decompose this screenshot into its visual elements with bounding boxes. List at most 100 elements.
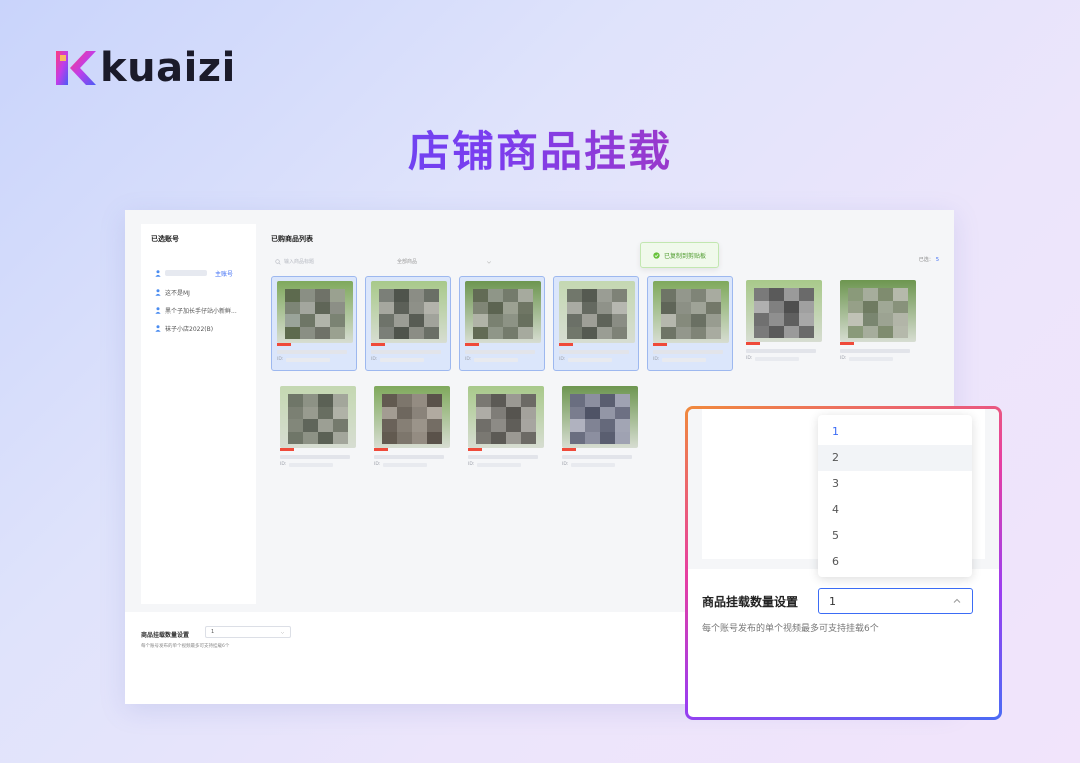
account-item[interactable]: 这不是MJ <box>155 287 190 297</box>
product-id-label: ID: <box>840 356 846 361</box>
product-id-blurred <box>383 463 427 467</box>
product-id-label: ID: <box>277 357 283 362</box>
product-thumbnail-mosaic <box>848 288 908 338</box>
product-list-title: 已购商品列表 <box>271 234 313 244</box>
quantity-option[interactable]: 6 <box>818 549 972 575</box>
price-tag <box>559 343 573 346</box>
product-thumbnail-mosaic <box>754 288 814 338</box>
quantity-dropdown-menu: 123456 <box>818 415 972 577</box>
product-thumbnail <box>465 281 541 343</box>
product-thumbnail-mosaic <box>288 394 348 444</box>
product-title-blurred <box>840 349 910 353</box>
user-icon <box>155 325 161 332</box>
product-filter-select[interactable]: 全部商品 <box>397 256 492 267</box>
product-id-label: ID: <box>559 357 565 362</box>
account-name: 黑个子加长手仔站小新鲜... <box>165 306 237 315</box>
product-id-label: ID: <box>371 357 377 362</box>
user-icon <box>155 289 161 296</box>
quantity-option[interactable]: 4 <box>818 497 972 523</box>
product-card[interactable]: ID: <box>553 276 639 371</box>
zoom-mount-quantity-select[interactable]: 1 <box>818 588 973 614</box>
account-sidebar: 已选账号 主账号这不是MJ黑个子加长手仔站小新鲜...袜子小店2022(B) <box>141 224 256 604</box>
product-title-blurred <box>374 455 444 459</box>
product-id-blurred <box>380 358 424 362</box>
price-bar <box>562 448 638 451</box>
product-thumbnail <box>371 281 447 343</box>
product-title-blurred <box>746 349 816 353</box>
product-search-input[interactable]: 输入商品标题 <box>275 256 385 267</box>
account-tag: 主账号 <box>215 269 233 278</box>
price-tag <box>840 342 854 345</box>
filter-label: 全部商品 <box>397 258 417 265</box>
user-icon-wrap <box>155 307 161 314</box>
mount-quantity-value: 1 <box>211 629 214 635</box>
price-bar <box>746 342 822 345</box>
product-card[interactable]: ID: <box>557 382 643 477</box>
product-thumbnail-mosaic <box>661 289 721 339</box>
product-title-blurred <box>559 350 629 354</box>
product-title-blurred <box>371 350 441 354</box>
product-card[interactable]: ID: <box>459 276 545 371</box>
account-name-blurred <box>165 270 207 276</box>
product-title-blurred <box>465 350 535 354</box>
product-id-blurred <box>568 358 612 362</box>
product-card[interactable]: ID: <box>275 382 361 477</box>
product-id-blurred <box>474 358 518 362</box>
price-tag <box>468 448 482 451</box>
product-id-blurred <box>289 463 333 467</box>
zoom-mount-quantity-hint: 每个账号发布的单个视频最多可支持挂载6个 <box>702 621 879 634</box>
chevron-up-icon <box>952 596 962 606</box>
quantity-option[interactable]: 1 <box>818 419 972 445</box>
kuaizi-logo: kuaizi <box>54 46 236 90</box>
mount-quantity-select[interactable]: 1 <box>205 626 291 638</box>
product-thumbnail <box>468 386 544 448</box>
selected-count-value: 5 <box>936 257 939 263</box>
selected-count: 已选：5 <box>919 256 939 263</box>
product-card[interactable]: ID: <box>369 382 455 477</box>
selected-count-label: 已选： <box>919 257 934 263</box>
price-tag <box>653 343 667 346</box>
product-card[interactable]: ID: <box>647 276 733 371</box>
product-thumbnail-mosaic <box>382 394 442 444</box>
check-circle-icon <box>653 252 660 259</box>
product-id-label: ID: <box>374 462 380 467</box>
product-thumbnail <box>653 281 729 343</box>
quantity-option[interactable]: 3 <box>818 471 972 497</box>
product-id-blurred <box>571 463 615 467</box>
product-card[interactable]: ID: <box>365 276 451 371</box>
price-bar <box>277 343 353 346</box>
product-card[interactable]: ID: <box>835 276 921 371</box>
product-title-blurred <box>277 350 347 354</box>
product-id-label: ID: <box>562 462 568 467</box>
product-title-blurred <box>468 455 538 459</box>
price-tag <box>280 448 294 451</box>
product-title-blurred <box>653 350 723 354</box>
product-thumbnail <box>746 280 822 342</box>
mount-quantity-hint: 每个账号发布的单个视频最多可支持挂载6个 <box>141 643 229 649</box>
product-thumbnail <box>559 281 635 343</box>
account-item[interactable]: 黑个子加长手仔站小新鲜... <box>155 305 237 315</box>
user-icon-wrap <box>155 270 161 277</box>
price-tag <box>374 448 388 451</box>
account-item[interactable]: 主账号 <box>155 268 233 278</box>
product-id-label: ID: <box>280 462 286 467</box>
quantity-option[interactable]: 5 <box>818 523 972 549</box>
product-card[interactable]: ID: <box>271 276 357 371</box>
product-id-blurred <box>755 357 799 361</box>
copy-success-toast: 已复制到剪贴板 <box>640 242 719 268</box>
page-headline: 店铺商品挂载 <box>0 118 1080 179</box>
zoom-callout-inner: 商品挂载数量设置 1 每个账号发布的单个视频最多可支持挂载6个 123456 <box>688 409 999 717</box>
product-card[interactable]: ID: <box>463 382 549 477</box>
price-tag <box>562 448 576 451</box>
product-thumbnail-mosaic <box>476 394 536 444</box>
chevron-down-icon <box>486 259 492 265</box>
kuaizi-logo-text: kuaizi <box>100 48 236 88</box>
product-thumbnail-mosaic <box>473 289 533 339</box>
product-thumbnail <box>562 386 638 448</box>
account-item[interactable]: 袜子小店2022(B) <box>155 323 213 333</box>
zoom-mount-quantity-label: 商品挂载数量设置 <box>702 593 798 610</box>
chevron-down-icon <box>280 630 285 635</box>
quantity-option[interactable]: 2 <box>818 445 972 471</box>
product-card[interactable]: ID: <box>741 276 827 371</box>
product-id-blurred <box>662 358 706 362</box>
